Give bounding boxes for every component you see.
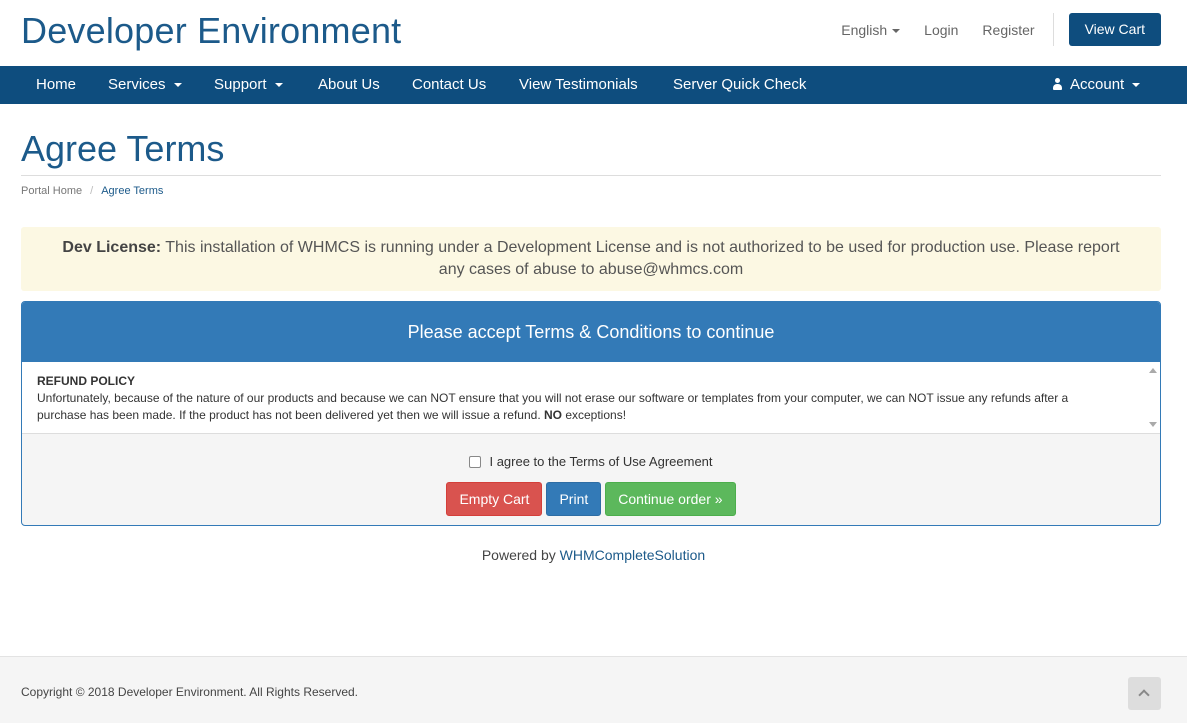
page-title: Agree Terms xyxy=(21,128,225,169)
terms-panel: Please accept Terms & Conditions to cont… xyxy=(21,301,1161,526)
nav-about[interactable]: About Us xyxy=(318,66,380,104)
back-to-top-button[interactable] xyxy=(1128,677,1161,710)
brand-logo[interactable]: Developer Environment xyxy=(21,10,401,52)
language-label: English xyxy=(841,21,888,38)
agree-checkbox[interactable] xyxy=(469,456,482,468)
breadcrumb: Portal Home / Agree Terms xyxy=(21,185,163,197)
powered-link[interactable]: WHMCompleteSolution xyxy=(560,547,706,563)
copyright-text: Copyright © 2018 Developer Environment. … xyxy=(21,685,359,699)
nav-server-check[interactable]: Server Quick Check xyxy=(673,66,806,104)
action-buttons: Empty Cart Print Continue order » xyxy=(22,482,1160,516)
panel-heading: Please accept Terms & Conditions to cont… xyxy=(22,302,1160,362)
continue-order-button[interactable]: Continue order » xyxy=(605,482,736,516)
caret-down-icon xyxy=(274,83,283,88)
caret-down-icon xyxy=(1132,83,1141,88)
empty-cart-button[interactable]: Empty Cart xyxy=(446,482,543,516)
terms-emphasis: NO xyxy=(543,408,562,422)
alert-text: This installation of WHMCS is running un… xyxy=(161,239,1120,278)
dev-license-alert: Dev License: This installation of WHMCS … xyxy=(21,227,1161,291)
nav-account-label: Account xyxy=(1070,76,1125,93)
powered-prefix: Powered by xyxy=(481,547,560,563)
chevron-up-icon xyxy=(1138,689,1150,701)
powered-by: Powered by WHMCompleteSolution xyxy=(0,547,1187,563)
agree-row: I agree to the Terms of Use Agreement xyxy=(22,454,1160,469)
register-link[interactable]: Register xyxy=(982,22,1034,38)
main-navbar: Home Services Support About Us Contact U… xyxy=(0,66,1187,104)
print-button[interactable]: Print xyxy=(546,482,602,516)
nav-support[interactable]: Support xyxy=(214,66,283,104)
footer: Copyright © 2018 Developer Environment. … xyxy=(0,656,1187,723)
nav-testimonials[interactable]: View Testimonials xyxy=(519,66,638,104)
terms-body: Unfortunately, because of the nature of … xyxy=(37,390,1120,424)
top-links: English Login Register View Cart xyxy=(817,13,1161,46)
caret-down-icon xyxy=(892,28,901,33)
terms-title: REFUND POLICY xyxy=(37,374,136,388)
user-icon xyxy=(1052,78,1063,90)
terms-scrollbar[interactable] xyxy=(1146,362,1160,433)
nav-contact[interactable]: Contact Us xyxy=(412,66,486,104)
terms-textbox[interactable]: REFUND POLICY Unfortunately, because of … xyxy=(22,362,1160,434)
scroll-up-icon[interactable] xyxy=(1149,368,1157,373)
header-divider xyxy=(1052,13,1054,46)
nav-account[interactable]: Account xyxy=(1052,66,1141,104)
scroll-down-icon[interactable] xyxy=(1149,422,1157,427)
breadcrumb-separator: / xyxy=(90,185,94,197)
alert-label: Dev License: xyxy=(62,239,162,256)
nav-home[interactable]: Home xyxy=(36,66,76,104)
nav-services-label: Services xyxy=(108,76,166,93)
agree-label[interactable]: I agree to the Terms of Use Agreement xyxy=(489,454,712,469)
breadcrumb-current: Agree Terms xyxy=(101,185,164,197)
title-divider xyxy=(21,175,1161,176)
nav-services[interactable]: Services xyxy=(108,66,182,104)
login-link[interactable]: Login xyxy=(924,22,958,38)
top-header: Developer Environment English Login Regi… xyxy=(0,0,1187,66)
view-cart-button[interactable]: View Cart xyxy=(1068,13,1161,46)
language-dropdown[interactable]: English xyxy=(841,21,901,38)
nav-support-label: Support xyxy=(214,76,267,93)
breadcrumb-portal-home[interactable]: Portal Home xyxy=(21,185,82,197)
caret-down-icon xyxy=(173,83,182,88)
terms-tail: exceptions! xyxy=(561,408,627,422)
